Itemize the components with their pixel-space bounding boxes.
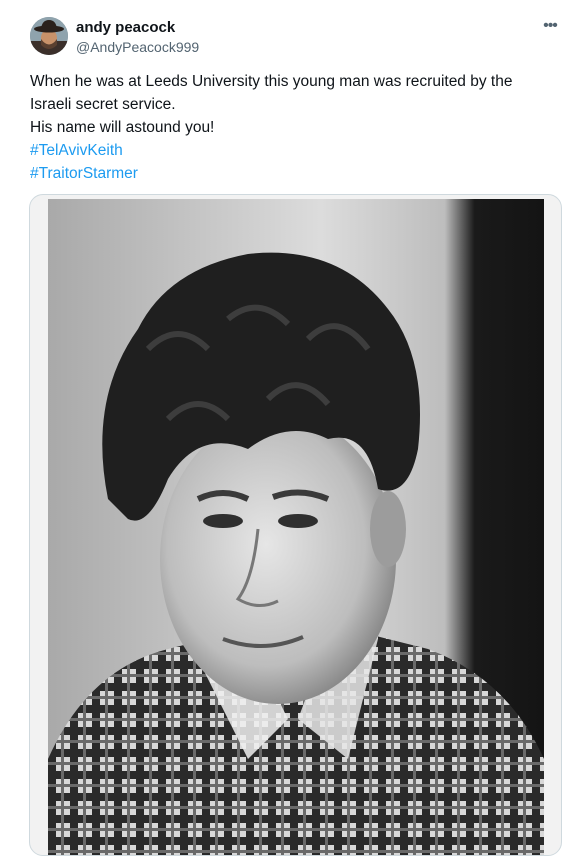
tweet-card: andy peacock @AndyPeacock999 ••• When he… <box>0 0 562 856</box>
avatar-image <box>30 17 68 55</box>
more-options-button[interactable]: ••• <box>538 16 562 36</box>
hashtag-link[interactable]: #TelAvivKeith <box>30 139 550 162</box>
photo-image <box>48 199 544 855</box>
tweet-photo[interactable] <box>48 199 544 855</box>
avatar[interactable] <box>30 17 68 55</box>
tweet-text: When he was at Leeds University this you… <box>30 70 550 185</box>
hashtag-link[interactable]: #TraitorStarmer <box>30 162 550 185</box>
author-handle[interactable]: @AndyPeacock999 <box>76 38 199 56</box>
tweet-text-line: His name will astound you! <box>30 119 215 136</box>
tweet-text-line: When he was at Leeds University this you… <box>30 73 513 90</box>
author-display-name[interactable]: andy peacock <box>76 18 175 38</box>
media-attachment[interactable] <box>29 194 562 856</box>
tweet-text-line: Israeli secret service. <box>30 96 176 113</box>
